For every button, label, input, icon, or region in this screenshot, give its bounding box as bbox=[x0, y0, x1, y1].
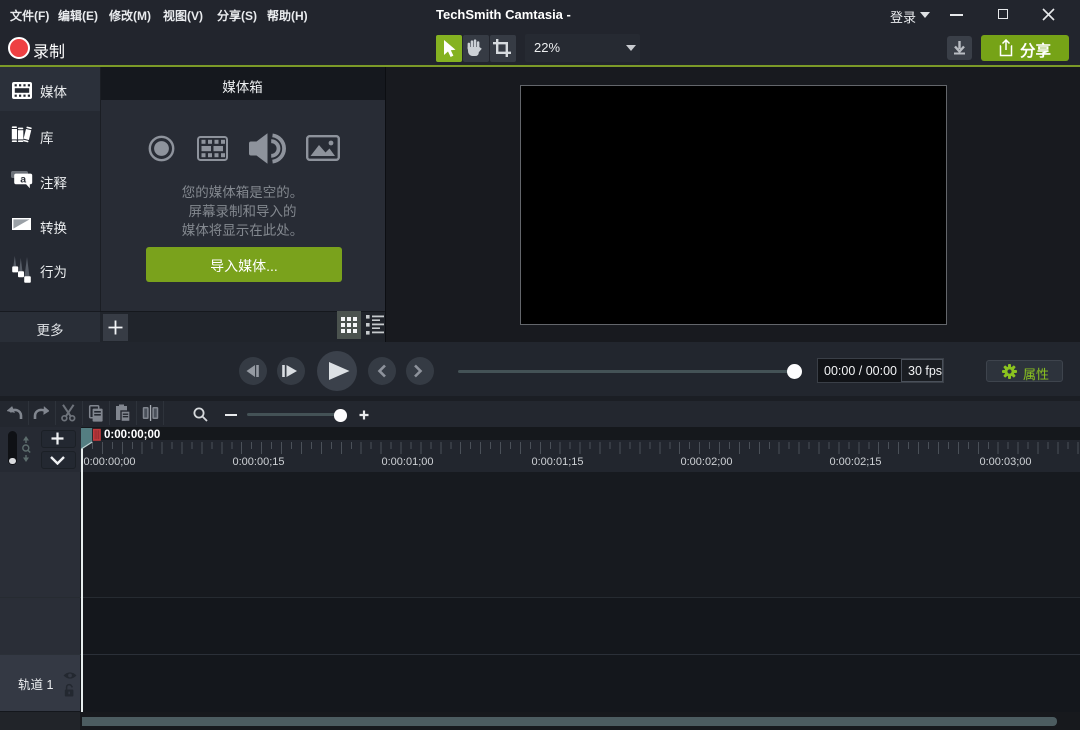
svg-text:a: a bbox=[20, 174, 26, 186]
